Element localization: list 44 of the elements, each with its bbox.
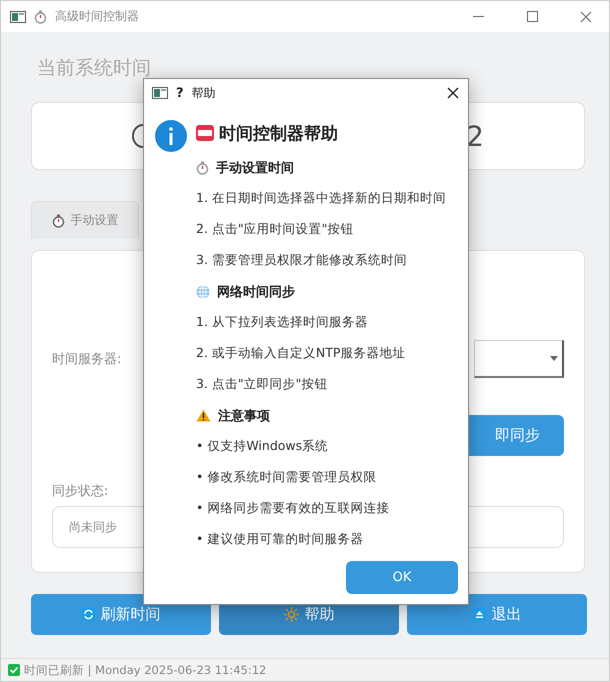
exit-button[interactable]: 退出 <box>407 594 587 635</box>
refresh-icon <box>82 608 94 621</box>
ok-button[interactable]: OK <box>346 561 458 594</box>
help-item: • 修改系统时间需要管理员权限 <box>196 468 378 486</box>
check-icon <box>8 664 20 676</box>
field-label: 时间服务器: <box>52 351 122 368</box>
time-fragment: 2 <box>466 120 484 152</box>
help-item: • 仅支持Windows系统 <box>196 437 330 455</box>
help-item: 3. 需要管理员权限才能修改系统时间 <box>196 251 408 269</box>
section-title: 注意事项 <box>218 408 270 424</box>
warning-icon <box>196 409 211 422</box>
help-item: • 网络同步需要有效的互联网连接 <box>196 499 390 517</box>
help-item: • 建议使用可靠的时间服务器 <box>196 530 364 548</box>
window-title: 高级时间控制器 <box>55 8 139 25</box>
help-item: 3. 点击"立即同步"按钮 <box>196 375 328 393</box>
stopwatch-icon <box>34 10 47 24</box>
app-icon <box>152 87 168 99</box>
refresh-button[interactable]: 刷新时间 <box>31 594 211 635</box>
stopwatch-icon <box>196 160 209 174</box>
sun-icon <box>284 607 298 622</box>
minimize-icon <box>472 16 484 18</box>
question-mark: ? <box>176 86 184 100</box>
manual-tab[interactable]: 手动设置 <box>31 201 139 239</box>
close-icon <box>447 87 459 99</box>
help-item: 2. 或手动输入自定义NTP服务器地址 <box>196 344 406 362</box>
section-title: 手动设置时间 <box>216 160 294 176</box>
help-item: 2. 点击"应用时间设置"按钮 <box>196 220 354 238</box>
help-item: 1. 在日期时间选择器中选择新的日期和时间 <box>196 189 447 207</box>
help-item: 1. 从下拉列表选择时间服务器 <box>196 313 369 331</box>
dialog-heading: 时间控制器帮助 <box>219 122 338 144</box>
section-heading: 当前系统时间 <box>37 58 151 78</box>
app-icon <box>10 10 26 22</box>
globe-icon <box>196 284 210 298</box>
section-title: 网络时间同步 <box>217 284 295 300</box>
close-icon <box>580 10 592 22</box>
status-text: 时间已刷新 | Monday 2025-06-23 11:45:12 <box>24 662 266 678</box>
dialog-title: 帮助 <box>192 84 216 102</box>
server-dropdown[interactable] <box>474 340 564 378</box>
eject-icon <box>472 608 486 621</box>
dropdown-arrow-icon <box>550 356 558 361</box>
field-label: 同步状态: <box>52 483 108 500</box>
maximize-icon <box>526 11 538 22</box>
info-icon <box>155 120 187 152</box>
stopwatch-icon <box>52 214 64 228</box>
